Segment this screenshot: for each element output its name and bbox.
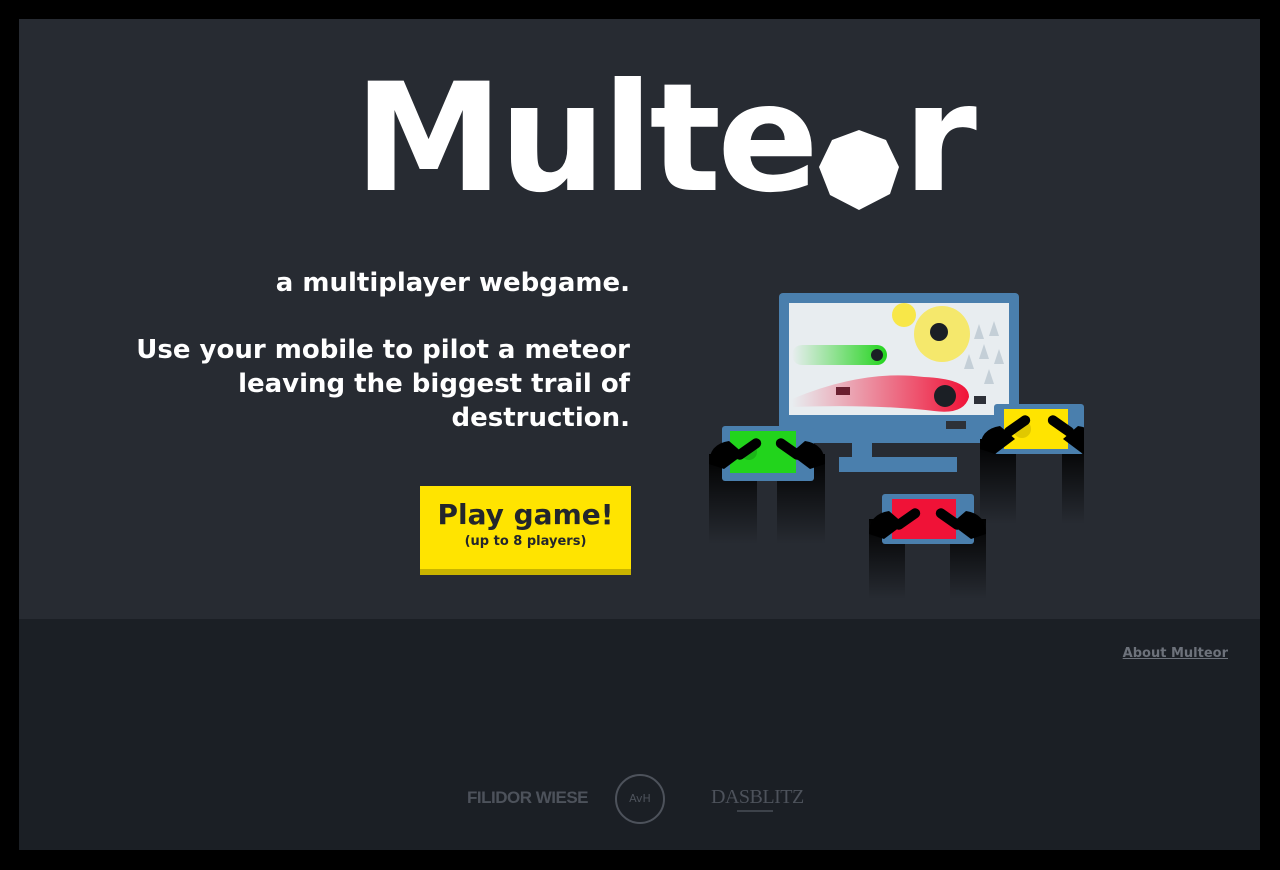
- hero-section: Multe r a multiplayer webgame. Use your …: [19, 19, 1260, 619]
- play-button-title: Play game!: [437, 498, 614, 531]
- player-green: [709, 426, 825, 544]
- game-description: Use your mobile to pilot a meteor leavin…: [136, 335, 630, 433]
- tagline: a multiplayer webgame.: [275, 268, 630, 298]
- play-game-button[interactable]: Play game! (up to 8 players): [420, 486, 631, 575]
- dasblitz-underline: [737, 810, 773, 812]
- avh-logo[interactable]: AvH: [615, 774, 665, 824]
- logo-text-end: r: [902, 52, 977, 226]
- sponsor-logos: FILIDOR WIESE AvH DASBLITZ: [19, 774, 1260, 824]
- game-illustration: [709, 293, 1084, 599]
- filidor-wiese-logo[interactable]: FILIDOR WIESE: [467, 788, 589, 808]
- logo-text-main: Multe: [354, 52, 819, 226]
- dasblitz-logo[interactable]: DASBLITZ: [711, 786, 804, 809]
- multeor-logo: Multe r: [354, 52, 977, 226]
- player-yellow: [980, 404, 1084, 524]
- footer: About Multeor FILIDOR WIESE AvH DASBLITZ: [19, 619, 1260, 850]
- play-button-subtitle: (up to 8 players): [464, 534, 587, 549]
- meteor-logo-icon: [818, 130, 899, 210]
- page-frame: Multe r a multiplayer webgame. Use your …: [19, 19, 1260, 850]
- player-red: [869, 494, 986, 599]
- about-multeor-link[interactable]: About Multeor: [1123, 646, 1228, 661]
